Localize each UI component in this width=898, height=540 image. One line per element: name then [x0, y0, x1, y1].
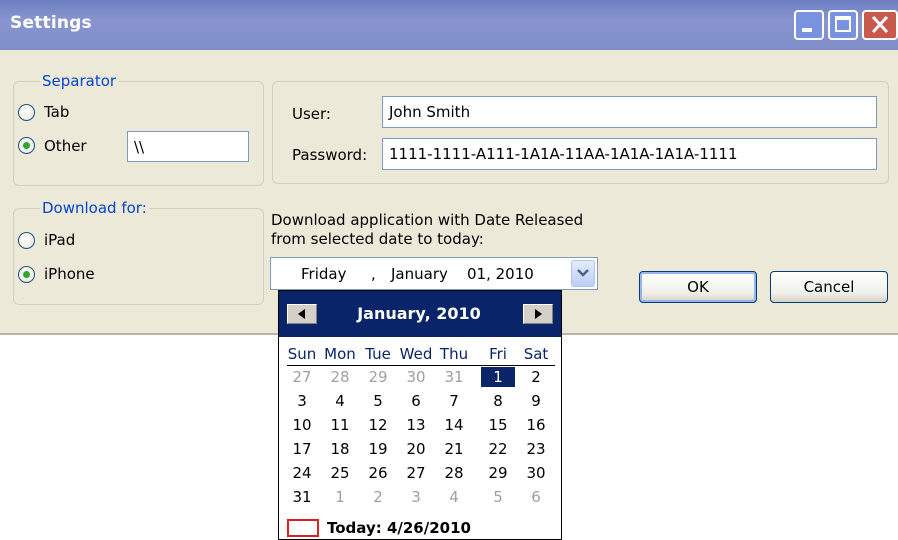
- calendar-day[interactable]: 22: [481, 439, 515, 459]
- chevron-right-icon: [535, 309, 542, 319]
- calendar-day[interactable]: 10: [285, 415, 319, 435]
- maximize-button[interactable]: [828, 10, 858, 40]
- ipad-radio[interactable]: [18, 232, 35, 249]
- previous-month-button[interactable]: [287, 304, 317, 324]
- minimize-icon: [802, 28, 812, 32]
- calendar-day[interactable]: 16: [519, 415, 553, 435]
- calendar-day[interactable]: 28: [437, 463, 471, 483]
- download-for-group: [13, 208, 264, 305]
- calendar-day[interactable]: 14: [437, 415, 471, 435]
- calendar-day[interactable]: 19: [361, 439, 395, 459]
- next-month-button[interactable]: [523, 304, 553, 324]
- calendar-day[interactable]: 2: [361, 487, 395, 507]
- calendar-day[interactable]: 20: [399, 439, 433, 459]
- ok-button[interactable]: OK: [639, 271, 757, 303]
- calendar-day[interactable]: 27: [399, 463, 433, 483]
- calendar-day[interactable]: 27: [285, 367, 319, 387]
- calendar-month-title[interactable]: January, 2010: [319, 304, 519, 323]
- calendar-day[interactable]: 1: [323, 487, 357, 507]
- date-description-line2: from selected date to today:: [271, 230, 484, 248]
- weekday-header: Sat: [523, 345, 549, 363]
- calendar-day[interactable]: 26: [361, 463, 395, 483]
- other-separator-input[interactable]: \\: [127, 131, 249, 162]
- user-input[interactable]: John Smith: [382, 96, 877, 128]
- calendar-day[interactable]: 29: [481, 463, 515, 483]
- calendar-day[interactable]: 7: [437, 391, 471, 411]
- tab-radio[interactable]: [18, 104, 35, 121]
- settings-window: Settings Separator Tab Other \\ User: Jo…: [0, 0, 898, 335]
- iphone-radio-label: iPhone: [44, 265, 95, 283]
- calendar-day[interactable]: 3: [399, 487, 433, 507]
- close-icon: [871, 15, 889, 34]
- calendar-day[interactable]: 31: [437, 367, 471, 387]
- close-button[interactable]: [862, 10, 898, 40]
- calendar-day[interactable]: 31: [285, 487, 319, 507]
- download-for-legend: Download for:: [40, 199, 149, 217]
- user-label: User:: [292, 105, 331, 123]
- calendar-day[interactable]: 30: [399, 367, 433, 387]
- calendar-day[interactable]: 2: [519, 367, 553, 387]
- date-picker-separator: ,: [371, 265, 376, 283]
- calendar-day[interactable]: 5: [361, 391, 395, 411]
- calendar-day[interactable]: 23: [519, 439, 553, 459]
- calendar-day[interactable]: 6: [519, 487, 553, 507]
- calendar-day[interactable]: 4: [437, 487, 471, 507]
- calendar-header: January, 2010: [279, 291, 561, 337]
- window-title: Settings: [10, 13, 92, 33]
- minimize-button[interactable]: [794, 10, 824, 40]
- date-picker-month: January: [391, 265, 448, 283]
- calendar-day[interactable]: 28: [323, 367, 357, 387]
- other-radio-label: Other: [44, 137, 87, 155]
- cancel-button[interactable]: Cancel: [770, 271, 888, 303]
- calendar-day[interactable]: 13: [399, 415, 433, 435]
- calendar-day[interactable]: 5: [481, 487, 515, 507]
- calendar-day[interactable]: 4: [323, 391, 357, 411]
- date-picker[interactable]: Friday , January 01, 2010: [270, 257, 598, 290]
- calendar-day[interactable]: 8: [481, 391, 515, 411]
- chevron-down-icon: [577, 269, 589, 277]
- calendar-dropdown: January, 2010 Sun Mon Tue Wed Thu Fri Sa…: [278, 290, 562, 540]
- calendar-day[interactable]: 25: [323, 463, 357, 483]
- ipad-radio-label: iPad: [44, 231, 76, 249]
- weekday-header: Thu: [439, 345, 469, 363]
- iphone-radio[interactable]: [18, 266, 35, 283]
- password-input[interactable]: 1111-1111-A111-1A1A-11AA-1A1A-1A1A-1111: [382, 138, 877, 170]
- radio-selected-dot: [23, 271, 30, 278]
- radio-selected-dot: [23, 142, 30, 149]
- separator-legend: Separator: [40, 72, 119, 90]
- other-radio[interactable]: [18, 137, 35, 154]
- calendar-day[interactable]: 21: [437, 439, 471, 459]
- tab-radio-label: Tab: [44, 103, 70, 121]
- date-picker-weekday: Friday: [301, 265, 347, 283]
- calendar-day-selected[interactable]: 1: [481, 367, 515, 387]
- maximize-icon: [835, 16, 851, 32]
- weekday-header: Wed: [399, 345, 433, 363]
- title-bar[interactable]: Settings: [0, 0, 898, 50]
- password-label: Password:: [292, 146, 368, 164]
- calendar-day[interactable]: 9: [519, 391, 553, 411]
- weekday-header: Sun: [287, 345, 317, 363]
- calendar-day[interactable]: 12: [361, 415, 395, 435]
- calendar-day[interactable]: 17: [285, 439, 319, 459]
- weekday-header: Tue: [365, 345, 391, 363]
- calendar-day[interactable]: 3: [285, 391, 319, 411]
- chevron-left-icon: [298, 309, 305, 319]
- today-marker: [287, 519, 319, 537]
- calendar-day[interactable]: 11: [323, 415, 357, 435]
- calendar-day[interactable]: 18: [323, 439, 357, 459]
- date-picker-day: 01, 2010: [467, 265, 534, 283]
- calendar-day[interactable]: 29: [361, 367, 395, 387]
- calendar-day[interactable]: 24: [285, 463, 319, 483]
- weekday-header: Mon: [324, 345, 356, 363]
- date-description-line1: Download application with Date Released: [271, 211, 584, 229]
- calendar-day[interactable]: 15: [481, 415, 515, 435]
- calendar-day[interactable]: 6: [399, 391, 433, 411]
- weekday-divider: [287, 365, 555, 366]
- today-link[interactable]: Today: 4/26/2010: [327, 518, 471, 538]
- calendar-day[interactable]: 30: [519, 463, 553, 483]
- date-picker-dropdown-button[interactable]: [571, 260, 595, 287]
- weekday-header: Fri: [489, 345, 507, 363]
